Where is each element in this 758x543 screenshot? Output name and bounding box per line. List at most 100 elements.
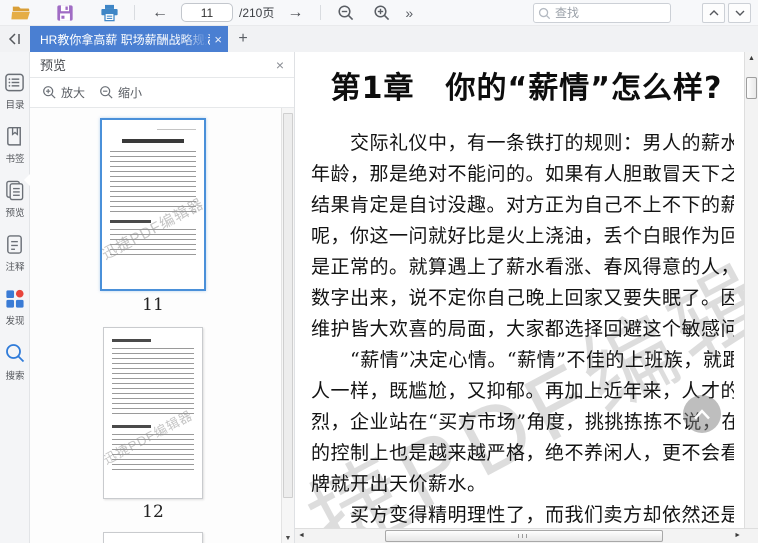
scroll-down-icon[interactable]: ▼ bbox=[282, 535, 294, 542]
tab-title-fade bbox=[182, 26, 208, 52]
bookmark-icon bbox=[7, 127, 21, 146]
text-line: 牌就开出天价薪水。 bbox=[311, 473, 487, 495]
print-icon bbox=[100, 4, 118, 21]
thumbnail-page-12[interactable]: 迅捷PDF编辑器 bbox=[103, 327, 203, 499]
text-line: 烈，企业站在“买方市场”角度，挑挑拣拣不说，在人力成本 bbox=[311, 411, 734, 433]
sidebar-item-label: 书签 bbox=[5, 154, 24, 165]
find-input[interactable] bbox=[555, 6, 666, 20]
back-to-top-button[interactable] bbox=[683, 395, 721, 433]
preview-panel-title: 预览 bbox=[40, 58, 67, 73]
sidebar-search-icon bbox=[5, 344, 24, 363]
horizontal-scrollbar-thumb[interactable] bbox=[385, 530, 663, 542]
more-tools-icon[interactable]: » bbox=[405, 5, 413, 21]
zoom-in-icon bbox=[374, 4, 390, 20]
up-chevron-icon bbox=[694, 408, 710, 419]
scroll-right-icon[interactable]: ► bbox=[734, 529, 741, 543]
thumbnail-partial[interactable] bbox=[103, 532, 203, 543]
preview-icon bbox=[6, 180, 24, 201]
page-total-label: /210页 bbox=[239, 6, 275, 20]
new-tab-button[interactable]: + bbox=[228, 26, 258, 52]
text-line: 年龄，那是绝对不能问的。如果有人胆敢冒天下之大不韪， bbox=[311, 163, 734, 185]
find-next-button[interactable] bbox=[728, 3, 751, 23]
sidebar-item-label: 目录 bbox=[5, 100, 24, 111]
text-line: 数字出来，说不定你自己晚上回家又要失眠了。因此，为了 bbox=[311, 287, 734, 309]
tab-close-icon[interactable]: × bbox=[214, 33, 222, 46]
previous-page-button[interactable]: ← bbox=[145, 1, 175, 25]
thumbnail-scrollbar[interactable]: ▼ bbox=[281, 108, 294, 543]
text-line: 结果肯定是自讨没趣。对方正为自己不上不下的薪水烦恼 bbox=[311, 194, 734, 216]
scroll-left-icon[interactable]: ◄ bbox=[298, 529, 305, 543]
zoom-out-thumbs-button[interactable]: 缩小 bbox=[118, 84, 142, 101]
find-box bbox=[533, 3, 671, 23]
sidebar-item-toc[interactable]: 目录 bbox=[4, 72, 25, 111]
chevron-down-icon bbox=[735, 10, 744, 16]
text-line: “薪情”决定心情。“薪情”不佳的上班族，就跟迟暮的美 bbox=[350, 349, 734, 371]
save-icon bbox=[57, 4, 73, 21]
document-text: 交际礼仪中，有一条铁打的规则：男人的薪水，女人的 年龄，那是绝对不能问的。如果有… bbox=[311, 128, 734, 531]
pdf-editor-window: ← /210页 → » bbox=[0, 0, 758, 543]
main-toolbar: ← /210页 → » bbox=[0, 0, 758, 26]
toc-icon bbox=[5, 73, 24, 92]
scrollbar-grip bbox=[518, 534, 530, 538]
annotation-icon bbox=[7, 235, 22, 254]
sidebar-item-preview[interactable]: 预览 bbox=[4, 180, 25, 219]
thumbnail-page-number: 12 bbox=[142, 502, 164, 522]
body-row: 目录 书签 预览 注释 发现 搜索 预览 × 放大 缩小 迅捷PDF编辑器 11… bbox=[0, 52, 758, 543]
document-view[interactable]: 迅捷PDF编辑器 第1章 你的“薪情”怎么样? 交际礼仪中，有一条铁打的规则：男… bbox=[295, 52, 758, 543]
folder-open-icon bbox=[11, 6, 30, 19]
sidebar-item-label: 搜索 bbox=[5, 371, 24, 382]
panel-close-icon[interactable]: × bbox=[276, 58, 284, 72]
chapter-title: 第1章 你的“薪情”怎么样? bbox=[330, 71, 723, 106]
document-page: 第1章 你的“薪情”怎么样? 交际礼仪中，有一条铁打的规则：男人的薪水，女人的 … bbox=[309, 52, 744, 527]
preview-panel: 预览 × 放大 缩小 迅捷PDF编辑器 11 迅捷PDF编辑器 12 ▼ bbox=[30, 52, 295, 543]
thumbnail-list: 迅捷PDF编辑器 11 迅捷PDF编辑器 12 ▼ bbox=[30, 108, 294, 543]
tab-bar: HR教你拿高薪 职场薪酬战略规划 × + bbox=[0, 26, 758, 52]
page-number-input[interactable] bbox=[181, 3, 233, 22]
next-page-button[interactable]: → bbox=[280, 1, 310, 25]
zoom-in-button[interactable] bbox=[367, 1, 397, 25]
magnify-out-icon[interactable] bbox=[99, 85, 114, 100]
print-button[interactable] bbox=[94, 1, 124, 25]
text-line: 交际礼仪中，有一条铁打的规则：男人的薪水，女人的 bbox=[350, 132, 734, 154]
text-line: 的控制上也是越来越严格，绝不养闲人，更不会看你名校招 bbox=[311, 442, 734, 464]
sidebar-item-label: 预览 bbox=[5, 208, 24, 219]
text-line: 人一样，既尴尬，又抑郁。再加上近年来，人才的竞争愈发激 bbox=[311, 380, 734, 402]
toolbar-separator bbox=[134, 5, 135, 20]
discover-icon bbox=[6, 289, 24, 308]
vertical-scrollbar[interactable]: ▲ bbox=[744, 52, 758, 528]
chevron-up-icon bbox=[709, 10, 718, 16]
open-file-button[interactable] bbox=[6, 1, 36, 25]
active-panel-caret bbox=[24, 174, 30, 186]
collapse-tabs-button[interactable] bbox=[0, 26, 30, 52]
zoom-in-thumbs-button[interactable]: 放大 bbox=[61, 84, 85, 101]
thumbnail-page-11[interactable]: 迅捷PDF编辑器 bbox=[100, 118, 206, 291]
zoom-out-icon bbox=[338, 4, 354, 20]
text-line: 买方变得精明理性了，而我们卖方却依然还是处于被动 bbox=[350, 504, 734, 526]
magnify-in-icon[interactable] bbox=[42, 85, 57, 100]
preview-panel-header: 预览 × bbox=[30, 52, 294, 78]
sidebar-item-bookmarks[interactable]: 书签 bbox=[4, 126, 25, 165]
thumbnail-content: 迅捷PDF编辑器 bbox=[102, 120, 204, 289]
scroll-up-icon[interactable]: ▲ bbox=[745, 52, 758, 66]
sidebar-item-discover[interactable]: 发现 bbox=[4, 288, 25, 327]
document-tab[interactable]: HR教你拿高薪 职场薪酬战略规划 × bbox=[30, 26, 228, 52]
text-line: 是正常的。就算遇上了薪水看涨、春风得意的人，报个惊天 bbox=[311, 256, 734, 278]
search-icon bbox=[538, 7, 551, 19]
left-sidebar: 目录 书签 预览 注释 发现 搜索 bbox=[0, 52, 30, 543]
toolbar-separator bbox=[320, 5, 322, 20]
forward-icon: → bbox=[287, 3, 304, 21]
back-icon: ← bbox=[152, 3, 168, 21]
sidebar-item-label: 发现 bbox=[5, 316, 24, 327]
collapse-tabs-icon bbox=[8, 33, 20, 45]
sidebar-item-search[interactable]: 搜索 bbox=[4, 342, 26, 382]
sidebar-item-label: 注释 bbox=[5, 262, 24, 273]
save-button[interactable] bbox=[50, 1, 80, 25]
sidebar-item-annotations[interactable]: 注释 bbox=[4, 234, 25, 273]
thumbnail-page-number: 11 bbox=[142, 295, 164, 315]
vertical-scrollbar-thumb[interactable] bbox=[746, 77, 757, 99]
thumbnail-scrollbar-thumb[interactable] bbox=[283, 113, 293, 498]
text-line: 呢，你这一问就好比是火上浇油，丢个白眼作为回答都算 bbox=[311, 225, 734, 247]
horizontal-scrollbar[interactable]: ◄ ► bbox=[295, 528, 758, 543]
find-previous-button[interactable] bbox=[702, 3, 725, 23]
zoom-out-button[interactable] bbox=[331, 1, 361, 25]
